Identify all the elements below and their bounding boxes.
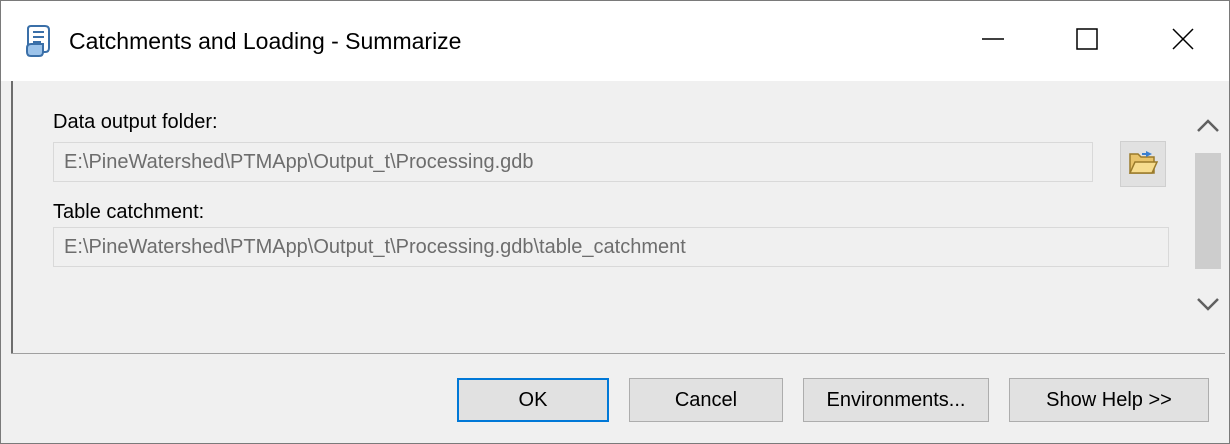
- chevron-down-icon: [1196, 297, 1220, 318]
- dialog-footer: OK Cancel Environments... Show Help >>: [1, 354, 1229, 443]
- environments-button[interactable]: Environments...: [803, 378, 989, 422]
- table-catchment-field[interactable]: E:\PineWatershed\PTMApp\Output_t\Process…: [53, 227, 1169, 267]
- output-folder-label: Data output folder:: [53, 111, 218, 133]
- vertical-scrollbar[interactable]: [1189, 81, 1227, 353]
- tool-dialog-window: Catchments and Loading - Summarize Data …: [0, 0, 1230, 444]
- output-folder-field[interactable]: E:\PineWatershed\PTMApp\Output_t\Process…: [53, 142, 1093, 182]
- maximize-button[interactable]: [1041, 1, 1133, 81]
- close-icon: [1172, 27, 1194, 55]
- window-title: Catchments and Loading - Summarize: [69, 28, 462, 54]
- open-folder-icon: [1128, 148, 1159, 181]
- parameters-panel[interactable]: Data output folder: E:\PineWatershed\PTM…: [11, 81, 1227, 353]
- title-bar[interactable]: Catchments and Loading - Summarize: [1, 1, 1229, 81]
- table-catchment-label: Table catchment:: [53, 201, 205, 223]
- show-help-button[interactable]: Show Help >>: [1009, 378, 1209, 422]
- scroll-thumb[interactable]: [1195, 153, 1221, 269]
- ok-button[interactable]: OK: [457, 378, 609, 422]
- minimize-icon: [982, 28, 1004, 55]
- script-tool-icon: [23, 23, 53, 57]
- scroll-down-button[interactable]: [1189, 287, 1227, 327]
- close-button[interactable]: [1137, 1, 1229, 81]
- chevron-up-icon: [1196, 117, 1220, 138]
- minimize-button[interactable]: [947, 1, 1039, 81]
- cancel-button[interactable]: Cancel: [629, 378, 783, 422]
- browse-output-folder-button[interactable]: [1120, 141, 1166, 187]
- scroll-up-button[interactable]: [1189, 107, 1227, 147]
- maximize-icon: [1076, 27, 1098, 55]
